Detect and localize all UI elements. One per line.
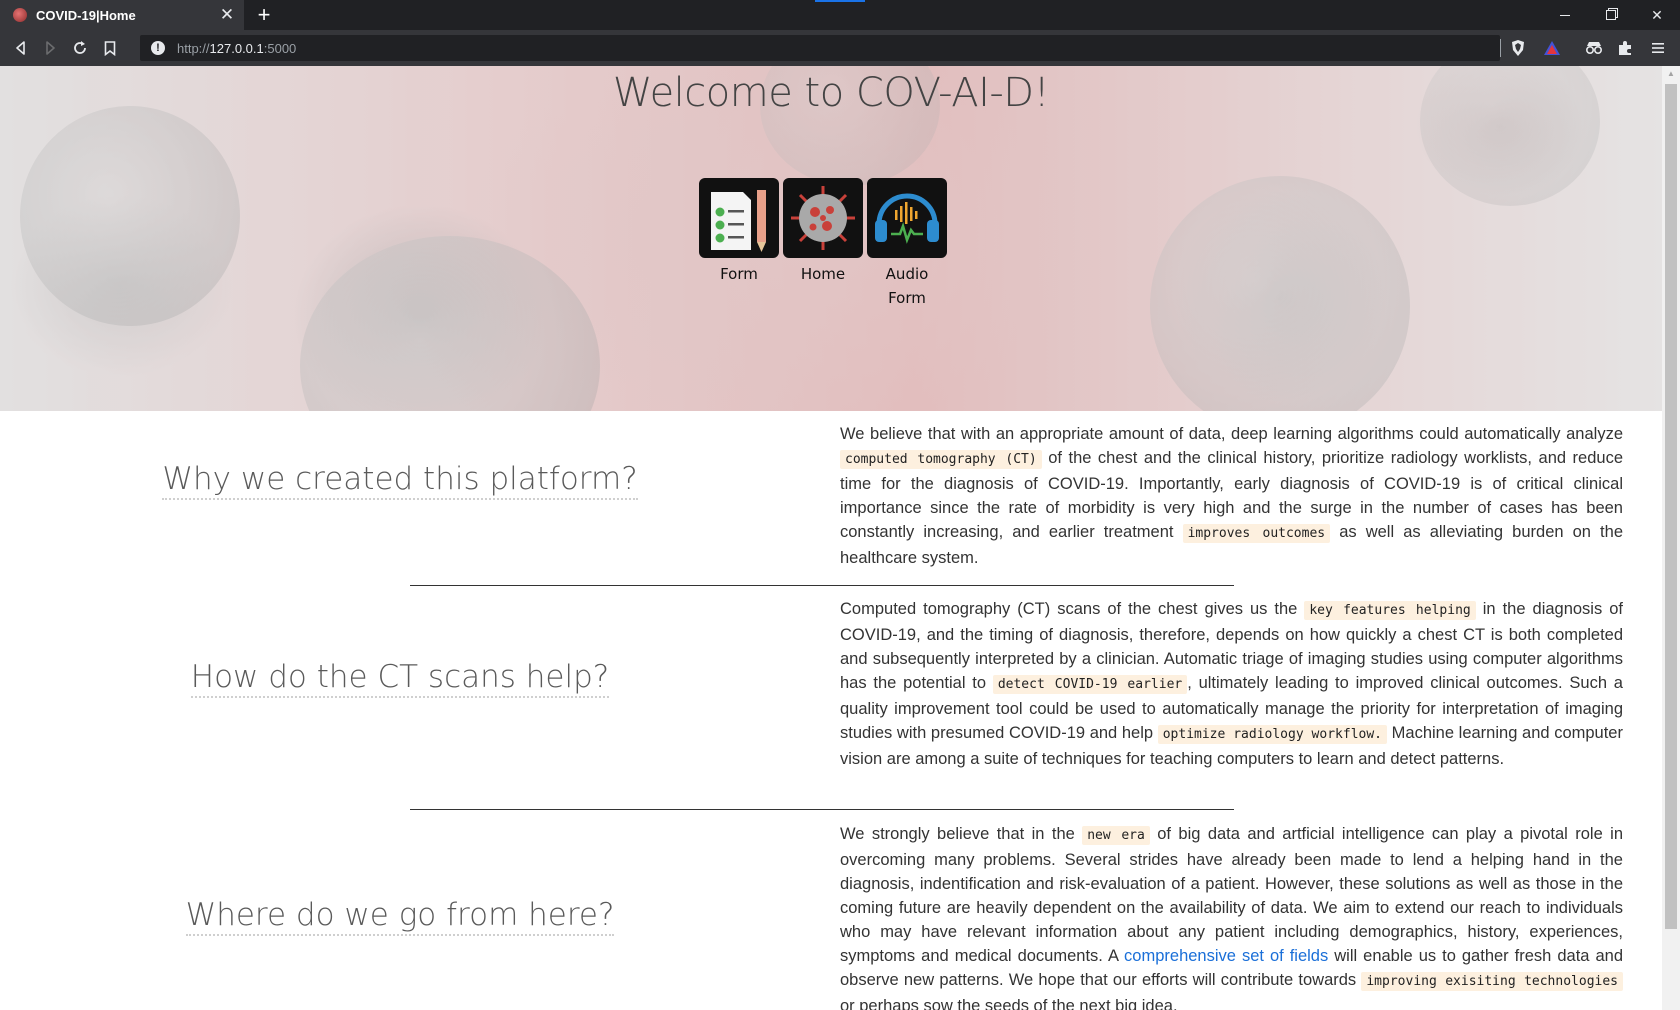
triangle-icon: [1544, 41, 1560, 55]
section-paragraph-future: We strongly believe that in the new era …: [840, 822, 1623, 1010]
scrollbar-thumb[interactable]: [1665, 84, 1677, 929]
nav-item-audio-form[interactable]: Audio Form: [867, 178, 947, 310]
brave-rewards-icon[interactable]: [1542, 38, 1562, 58]
section-heading-text: How do the CT scans help?: [190, 659, 610, 698]
highlight-code: computed tomography (CT): [840, 450, 1042, 469]
nav-label-audio-form[interactable]: Audio Form: [877, 262, 937, 310]
minimize-icon: [1560, 14, 1570, 16]
nav-item-home[interactable]: Home: [783, 178, 863, 310]
section-paragraph-why: We believe that with an appropriate amou…: [840, 422, 1623, 570]
reload-button[interactable]: [70, 38, 90, 58]
nav-label-home[interactable]: Home: [793, 262, 853, 286]
section-divider: [410, 809, 1234, 810]
close-icon: ✕: [1651, 6, 1663, 23]
minimize-button[interactable]: [1542, 0, 1588, 30]
section-heading-why: Why we created this platform?: [0, 461, 800, 500]
section-divider: [410, 585, 1234, 586]
glasses-icon: [1585, 42, 1603, 55]
url-scheme: http://: [177, 40, 210, 56]
shield-icon: [1512, 40, 1524, 56]
puzzle-icon: [1619, 41, 1631, 55]
browser-titlebar: COVID-19|Home ✕ + ✕: [0, 0, 1680, 30]
scroll-up-arrow-icon[interactable]: ▲: [1662, 66, 1680, 82]
highlight-code: detect COVID-19 earlier: [992, 675, 1188, 694]
bookmark-icon: [104, 40, 116, 56]
page-viewport: Welcome to COV-AI-D! Form Home Audio For…: [0, 66, 1662, 1010]
bookmark-button[interactable]: [100, 38, 120, 58]
url-text[interactable]: http://127.0.0.1:5000: [177, 41, 296, 56]
close-window-button[interactable]: ✕: [1634, 0, 1680, 30]
paragraph-text: of big data and artficial intelligence c…: [840, 825, 1623, 965]
coronavirus-icon: [785, 180, 861, 256]
paragraph-text: We strongly believe that in the: [840, 825, 1083, 843]
extension-incognito-icon[interactable]: [1584, 38, 1604, 58]
browser-tab[interactable]: COVID-19|Home ✕: [0, 0, 244, 30]
forward-button[interactable]: [40, 38, 60, 58]
hamburger-menu-icon: [1652, 43, 1664, 53]
coronavirus-favicon-icon: [13, 8, 27, 22]
address-bar[interactable]: ! http://127.0.0.1:5000: [140, 35, 1500, 61]
highlight-code: new era: [1082, 826, 1150, 845]
extensions-button[interactable]: [1615, 38, 1635, 58]
background-virus-shape: [300, 236, 600, 411]
new-tab-button[interactable]: +: [254, 4, 274, 26]
menu-button[interactable]: [1648, 38, 1668, 58]
highlight-code: optimize radiology workflow.: [1157, 725, 1387, 744]
restore-icon: [1606, 10, 1616, 20]
section-heading-ct: How do the CT scans help?: [0, 659, 800, 698]
accent-line: [815, 0, 865, 2]
background-virus-shape: [1150, 176, 1410, 411]
nav-tile-form[interactable]: [699, 178, 779, 258]
hero-banner: Welcome to COV-AI-D! Form Home Audio For…: [0, 66, 1662, 411]
paragraph-text: or perhaps sow the seeds of the next big…: [840, 997, 1178, 1010]
main-nav: Form Home Audio Form: [699, 178, 947, 310]
section-paragraph-ct: Computed tomography (CT) scans of the ch…: [840, 597, 1623, 771]
comprehensive-fields-link[interactable]: comprehensive set of fields: [1124, 947, 1328, 965]
back-icon: [16, 41, 25, 55]
background-virus-shape: [20, 106, 240, 326]
page-scrollbar[interactable]: ▲: [1662, 66, 1680, 1010]
nav-tile-audio-form[interactable]: [867, 178, 947, 258]
back-button[interactable]: [11, 38, 31, 58]
url-port: :5000: [263, 40, 297, 56]
page-title: Welcome to COV-AI-D!: [612, 70, 1050, 116]
nav-label-form[interactable]: Form: [709, 262, 769, 286]
browser-toolbar: ! http://127.0.0.1:5000: [0, 30, 1680, 66]
restore-button[interactable]: [1588, 0, 1634, 30]
section-heading-future: Where do we go from here?: [0, 897, 800, 936]
nav-tile-home[interactable]: [783, 178, 863, 258]
form-checklist-icon: [701, 180, 777, 256]
url-host: 127.0.0.1: [209, 40, 264, 56]
window-controls: ✕: [1542, 0, 1680, 30]
highlight-code: improves outcomes: [1182, 524, 1331, 543]
toolbar-divider: [1500, 39, 1501, 57]
close-tab-icon[interactable]: ✕: [219, 6, 235, 23]
paragraph-text: We believe that with an appropriate amou…: [840, 425, 1623, 443]
tab-title: COVID-19|Home: [36, 7, 136, 23]
headphones-audio-icon: [869, 180, 945, 256]
highlight-code: key features helping: [1304, 601, 1476, 620]
highlight-code: improving exisiting technologies: [1361, 972, 1623, 991]
site-info-icon[interactable]: !: [151, 41, 165, 55]
brave-shield-icon[interactable]: [1508, 38, 1528, 58]
nav-item-form[interactable]: Form: [699, 178, 779, 310]
forward-icon: [46, 41, 55, 55]
paragraph-text: Computed tomography (CT) scans of the ch…: [840, 600, 1305, 618]
section-heading-text: Where do we go from here?: [185, 897, 615, 936]
reload-icon: [74, 41, 86, 54]
section-heading-text: Why we created this platform?: [162, 461, 638, 500]
